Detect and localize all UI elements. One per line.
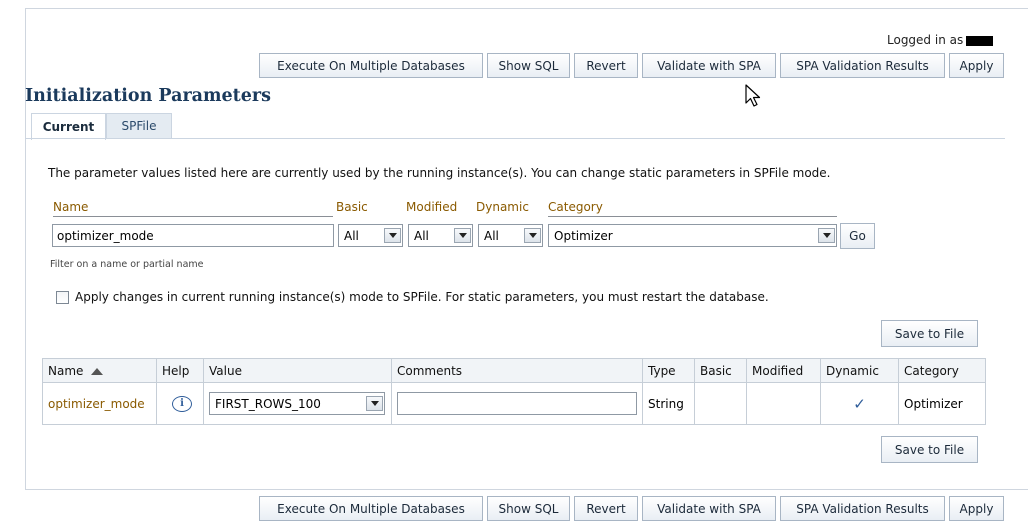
dynamic-filter-select[interactable]: All — [478, 224, 543, 247]
table-row: optimizer_mode i FIRST_ROWS_100 String ✓… — [42, 382, 986, 425]
spa-validation-results-button[interactable]: SPA Validation Results — [780, 53, 945, 78]
tab-panel — [25, 138, 1005, 489]
validate-with-spa-button[interactable]: Validate with SPA — [642, 53, 776, 78]
chevron-down-icon — [818, 228, 835, 243]
param-name-cell: optimizer_mode — [42, 382, 157, 425]
mouse-cursor-icon — [745, 84, 761, 107]
column-header-value: Value — [203, 358, 392, 383]
value-cell: FIRST_ROWS_100 — [203, 382, 392, 425]
chevron-down-icon — [366, 396, 383, 411]
category-filter-select[interactable]: Optimizer — [548, 224, 837, 247]
modified-filter-select[interactable]: All — [408, 224, 473, 247]
column-header-name[interactable]: Name — [42, 358, 157, 383]
revert-button[interactable]: Revert — [574, 53, 638, 78]
help-cell: i — [156, 382, 204, 425]
name-filter-hint: Filter on a name or partial name — [50, 259, 204, 270]
info-icon[interactable]: i — [172, 396, 192, 412]
save-to-file-button-top[interactable]: Save to File — [881, 320, 978, 347]
value-select[interactable]: FIRST_ROWS_100 — [209, 392, 385, 415]
column-header-help: Help — [156, 358, 204, 383]
chevron-down-icon — [524, 228, 541, 243]
show-sql-button-bottom[interactable]: Show SQL — [487, 496, 570, 521]
type-cell: String — [642, 382, 695, 425]
chevron-down-icon — [454, 228, 471, 243]
apply-to-spfile-checkbox[interactable] — [56, 291, 69, 304]
sort-ascending-icon — [91, 367, 104, 375]
tab-spfile[interactable]: SPFile — [106, 113, 172, 138]
column-header-modified: Modified — [746, 358, 821, 383]
validate-with-spa-button-bottom[interactable]: Validate with SPA — [642, 496, 776, 521]
category-filter-underline — [548, 216, 837, 217]
name-filter-input[interactable]: optimizer_mode — [52, 224, 334, 247]
check-icon: ✓ — [853, 394, 866, 413]
category-cell: Optimizer — [898, 382, 986, 425]
redacted-username — [966, 35, 994, 46]
execute-on-multiple-databases-button[interactable]: Execute On Multiple Databases — [259, 53, 483, 78]
basic-cell — [694, 382, 747, 425]
parameters-table: Name Help Value Comments Type Basic Modi… — [42, 358, 986, 425]
comments-input[interactable] — [397, 392, 637, 415]
tab-current[interactable]: Current — [31, 113, 106, 140]
page-title: Initialization Parameters — [25, 86, 271, 106]
name-filter-underline — [53, 216, 333, 217]
name-filter-label: Name — [53, 200, 89, 214]
apply-to-spfile-label: Apply changes in current running instanc… — [75, 290, 769, 304]
column-header-basic: Basic — [694, 358, 747, 383]
apply-button[interactable]: Apply — [949, 53, 1004, 78]
basic-filter-select[interactable]: All — [338, 224, 403, 247]
intro-text: The parameter values listed here are cur… — [48, 166, 831, 180]
dynamic-cell: ✓ — [820, 382, 899, 425]
column-header-dynamic: Dynamic — [820, 358, 899, 383]
chevron-down-icon — [384, 228, 401, 243]
dynamic-filter-label: Dynamic — [476, 200, 529, 214]
category-filter-label: Category — [548, 200, 603, 214]
comments-cell — [391, 382, 643, 425]
show-sql-button[interactable]: Show SQL — [487, 53, 570, 78]
execute-on-multiple-databases-button-bottom[interactable]: Execute On Multiple Databases — [259, 496, 483, 521]
table-header-row: Name Help Value Comments Type Basic Modi… — [42, 358, 986, 383]
column-header-type: Type — [642, 358, 695, 383]
go-button[interactable]: Go — [840, 223, 875, 249]
modified-filter-label: Modified — [406, 200, 458, 214]
column-header-category: Category — [898, 358, 986, 383]
spa-validation-results-button-bottom[interactable]: SPA Validation Results — [780, 496, 945, 521]
apply-button-bottom[interactable]: Apply — [949, 496, 1004, 521]
column-header-comments: Comments — [391, 358, 643, 383]
revert-button-bottom[interactable]: Revert — [574, 496, 638, 521]
save-to-file-button-bottom[interactable]: Save to File — [881, 436, 978, 463]
modified-cell — [746, 382, 821, 425]
logged-in-label: Logged in as — [887, 33, 994, 47]
basic-filter-label: Basic — [336, 200, 368, 214]
